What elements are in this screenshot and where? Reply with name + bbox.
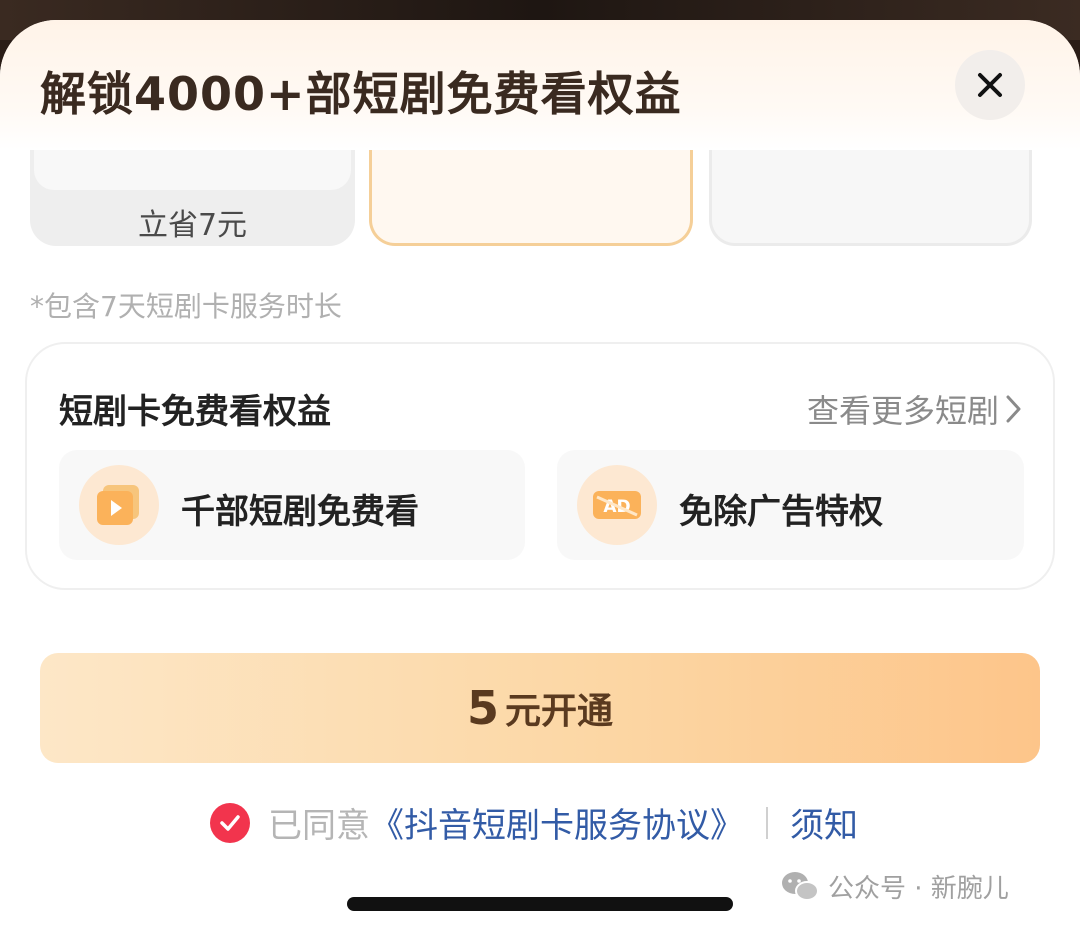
- notice-link[interactable]: 须知: [790, 798, 858, 847]
- close-button[interactable]: [955, 50, 1025, 120]
- benefit-card-ad-free: AD 免除广告特权: [557, 450, 1024, 560]
- activate-button[interactable]: 5 元开通: [40, 653, 1040, 763]
- close-icon: [978, 73, 1002, 97]
- wechat-icon: [782, 871, 819, 901]
- benefit-label: 千部短剧免费看: [181, 492, 419, 532]
- sheet-header: 解锁4000+部短剧免费看权益: [0, 20, 1080, 150]
- page-title: 解锁4000+部短剧免费看权益: [40, 67, 682, 121]
- home-indicator[interactable]: [347, 897, 733, 911]
- more-dramas-link[interactable]: 查看更多短剧: [807, 386, 1023, 432]
- video-play-icon: [79, 465, 159, 545]
- watermark-text: 公众号 · 新腕儿: [828, 874, 1009, 904]
- cta-label: 元开通: [505, 691, 614, 732]
- cta-amount: 5: [466, 681, 499, 735]
- ad-free-icon: AD: [577, 465, 657, 545]
- service-duration-note: *包含7天短剧卡服务时长: [30, 290, 342, 323]
- agreement-prefix: 已同意: [268, 806, 370, 846]
- benefits-title: 短剧卡免费看权益: [59, 392, 331, 432]
- plan-savings-label: 立省7元: [137, 208, 248, 243]
- agreement-checkbox[interactable]: [210, 802, 250, 843]
- agreement-row: 已同意 《抖音短剧卡服务协议》 须知: [210, 798, 858, 847]
- bottom-sheet: 解锁4000+部短剧免费看权益 立省7元 *包含7天短剧卡服务时长 短剧卡免费看…: [0, 20, 1080, 931]
- benefit-label: 免除广告特权: [679, 492, 883, 532]
- agreement-divider: [766, 806, 768, 839]
- chevron-right-icon: [1006, 395, 1021, 423]
- check-icon: [220, 814, 240, 831]
- benefit-card-free-watch: 千部短剧免费看: [59, 450, 525, 560]
- watermark: 公众号 · 新腕儿: [780, 868, 1009, 905]
- service-agreement-link[interactable]: 《抖音短剧卡服务协议》: [370, 798, 744, 847]
- benefits-panel: 短剧卡免费看权益 查看更多短剧 千部短剧免费看 AD: [25, 342, 1055, 590]
- more-dramas-label: 查看更多短剧: [806, 392, 999, 430]
